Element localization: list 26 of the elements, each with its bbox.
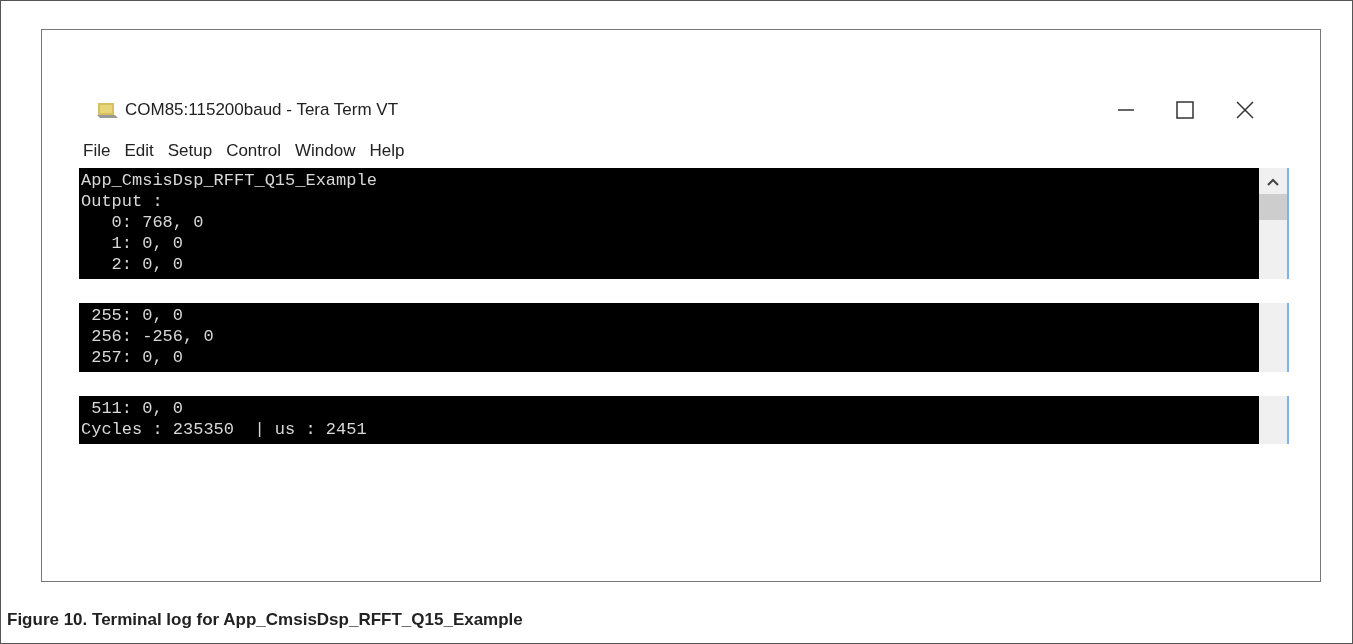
terminal-line: 0: 768, 0: [110, 212, 204, 233]
menu-item[interactable]: Edit: [124, 138, 154, 164]
terminal-line: 511: 0, 0: [90, 398, 184, 419]
terminal-line: 2: 0, 0: [110, 254, 184, 275]
menu-item[interactable]: Window: [294, 138, 356, 164]
scrollbar-thumb[interactable]: [1259, 194, 1287, 220]
menu-item[interactable]: File: [83, 138, 111, 164]
scroll-up-icon[interactable]: [1267, 178, 1279, 186]
terminal-line: Output :: [81, 191, 163, 212]
menu-item[interactable]: Setup: [167, 138, 213, 164]
menu-item[interactable]: Help: [369, 138, 405, 164]
terminal-line: 257: 0, 0: [90, 347, 184, 368]
terminal-app-icon: [97, 101, 119, 119]
maximize-icon[interactable]: [1176, 101, 1194, 119]
scrollbar[interactable]: [1259, 396, 1289, 444]
terminal-line: 256: -256, 0: [90, 326, 214, 347]
scrollbar[interactable]: [1259, 303, 1289, 372]
terminal-line: App_CmsisDsp_RFFT_Q15_Example: [81, 170, 377, 191]
window-title: COM85:115200baud - Tera Term VT: [125, 99, 399, 122]
terminal-line: 255: 0, 0: [90, 305, 184, 326]
scrollbar[interactable]: [1259, 168, 1289, 279]
menu-item[interactable]: Control: [226, 138, 281, 164]
terminal-line: 1: 0, 0: [110, 233, 184, 254]
terminal-line: Cycles : 235350 | us : 2451: [81, 419, 367, 440]
figure-caption: Figure 10. Terminal log for App_CmsisDsp_RFFT_Q15_Example: [7, 609, 523, 631]
close-icon[interactable]: [1236, 101, 1254, 119]
